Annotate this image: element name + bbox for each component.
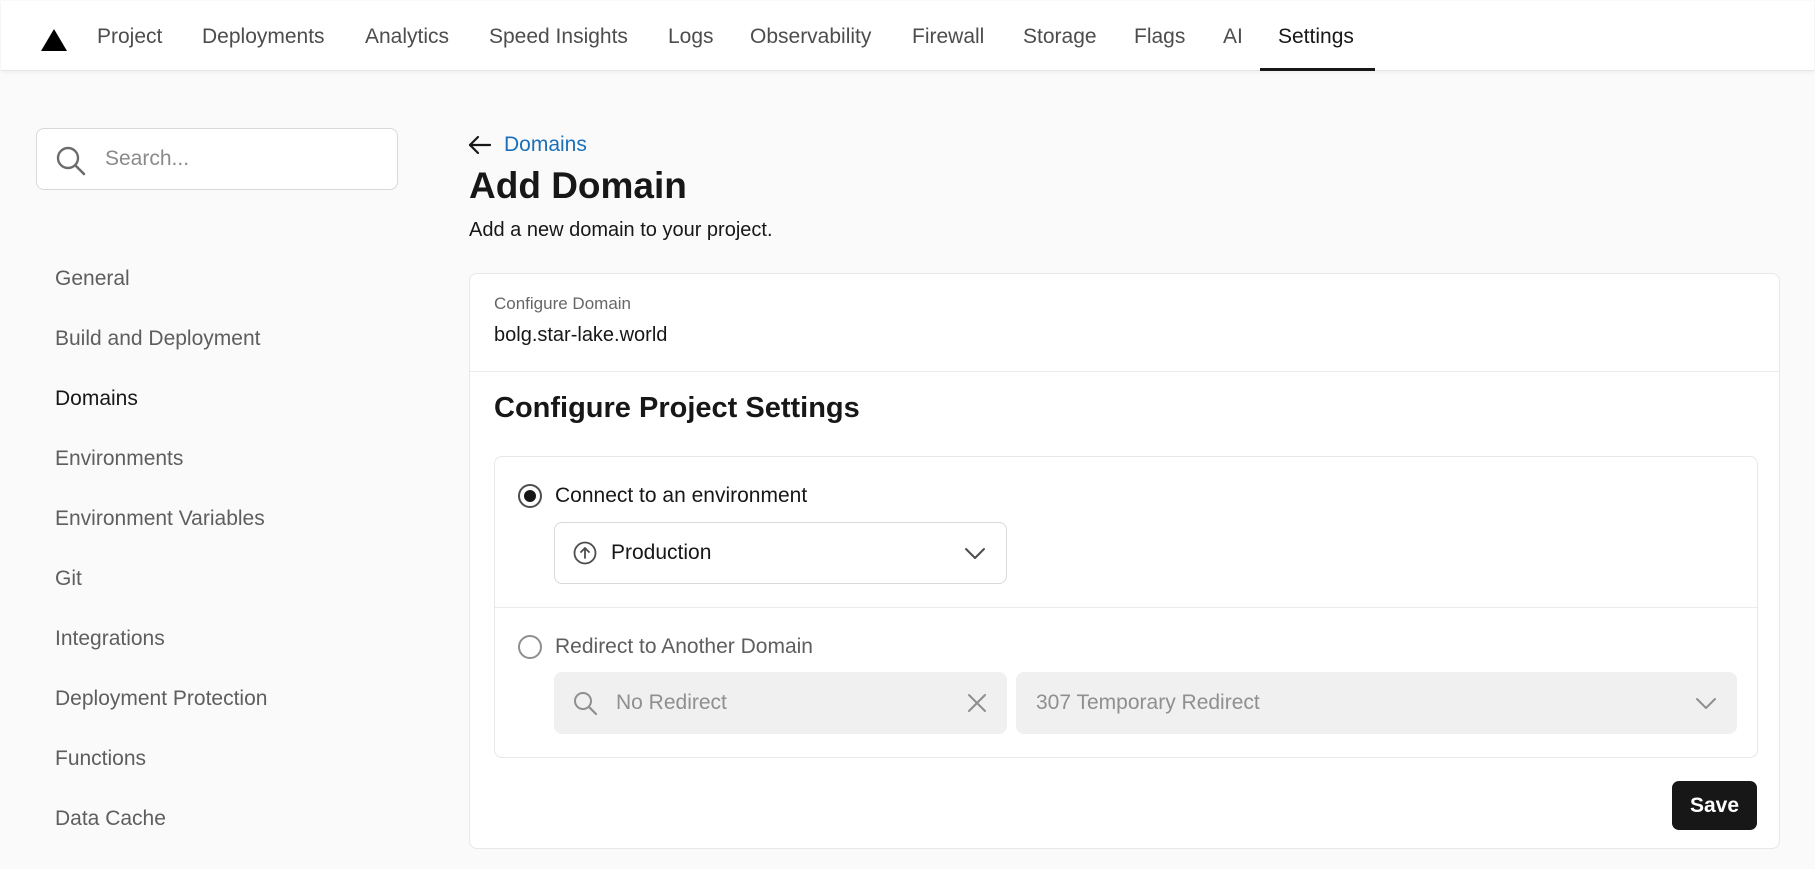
project-settings-options: Connect to an environment Production Red… — [494, 456, 1758, 758]
search-icon — [56, 146, 86, 176]
chevron-down-icon — [964, 543, 986, 568]
environment-select[interactable]: Production — [554, 522, 1007, 584]
tab-ai[interactable]: AI — [1223, 1, 1243, 71]
search-input[interactable] — [103, 129, 383, 189]
tab-analytics[interactable]: Analytics — [365, 1, 449, 71]
redirect-target-input[interactable]: No Redirect — [554, 672, 1007, 734]
add-domain-card: Configure Domain bolg.star-lake.world Co… — [469, 273, 1780, 849]
card-divider — [470, 371, 1779, 372]
chevron-down-icon — [1695, 693, 1717, 718]
tab-deployments[interactable]: Deployments — [202, 1, 325, 71]
tab-settings[interactable]: Settings — [1278, 1, 1354, 71]
tab-observability[interactable]: Observability — [750, 1, 871, 71]
tab-firewall[interactable]: Firewall — [912, 1, 984, 71]
sidebar-item-git[interactable]: Git — [55, 567, 82, 591]
sidebar-item-build-and-deployment[interactable]: Build and Deployment — [55, 327, 260, 351]
connect-environment-radio[interactable] — [518, 484, 542, 508]
configure-domain-label: Configure Domain — [494, 294, 632, 313]
tab-project[interactable]: Project — [97, 1, 162, 71]
tab-logs[interactable]: Logs — [668, 1, 714, 71]
options-divider — [495, 607, 1757, 608]
arrow-up-circle-icon — [573, 541, 597, 570]
redirect-domain-label[interactable]: Redirect to Another Domain — [555, 635, 813, 659]
sidebar-search[interactable] — [36, 128, 398, 190]
sidebar-item-environments[interactable]: Environments — [55, 447, 183, 471]
page-title: Add Domain — [469, 165, 687, 206]
redirect-type-value: 307 Temporary Redirect — [1036, 691, 1260, 714]
sidebar-item-integrations[interactable]: Integrations — [55, 627, 165, 651]
tab-flags[interactable]: Flags — [1134, 1, 1185, 71]
back-link-label[interactable]: Domains — [504, 133, 587, 157]
sidebar-item-functions[interactable]: Functions — [55, 747, 146, 771]
sidebar-item-data-cache[interactable]: Data Cache — [55, 807, 166, 831]
redirect-target-placeholder: No Redirect — [616, 691, 727, 714]
search-icon — [572, 690, 598, 721]
project-settings-title: Configure Project Settings — [494, 392, 860, 424]
tab-speed-insights[interactable]: Speed Insights — [489, 1, 628, 71]
save-button[interactable]: Save — [1672, 781, 1757, 830]
back-link-domains[interactable]: Domains — [468, 133, 587, 157]
arrow-left-icon — [468, 135, 492, 155]
sidebar-item-general[interactable]: General — [55, 267, 130, 291]
clear-icon[interactable] — [967, 693, 987, 718]
configure-domain-value: bolg.star-lake.world — [494, 324, 668, 346]
redirect-type-select[interactable]: 307 Temporary Redirect — [1016, 672, 1737, 734]
connect-environment-label[interactable]: Connect to an environment — [555, 484, 807, 508]
redirect-domain-radio[interactable] — [518, 635, 542, 659]
sidebar-item-environment-variables[interactable]: Environment Variables — [55, 507, 265, 531]
tab-storage[interactable]: Storage — [1023, 1, 1097, 71]
vercel-triangle-icon[interactable] — [41, 29, 67, 51]
top-navigation: Project Deployments Analytics Speed Insi… — [1, 1, 1814, 71]
environment-select-value: Production — [611, 541, 712, 564]
page-subtitle: Add a new domain to your project. — [469, 219, 773, 241]
active-tab-indicator — [1260, 68, 1375, 71]
sidebar-item-deployment-protection[interactable]: Deployment Protection — [55, 687, 267, 711]
sidebar-item-domains[interactable]: Domains — [55, 387, 138, 411]
